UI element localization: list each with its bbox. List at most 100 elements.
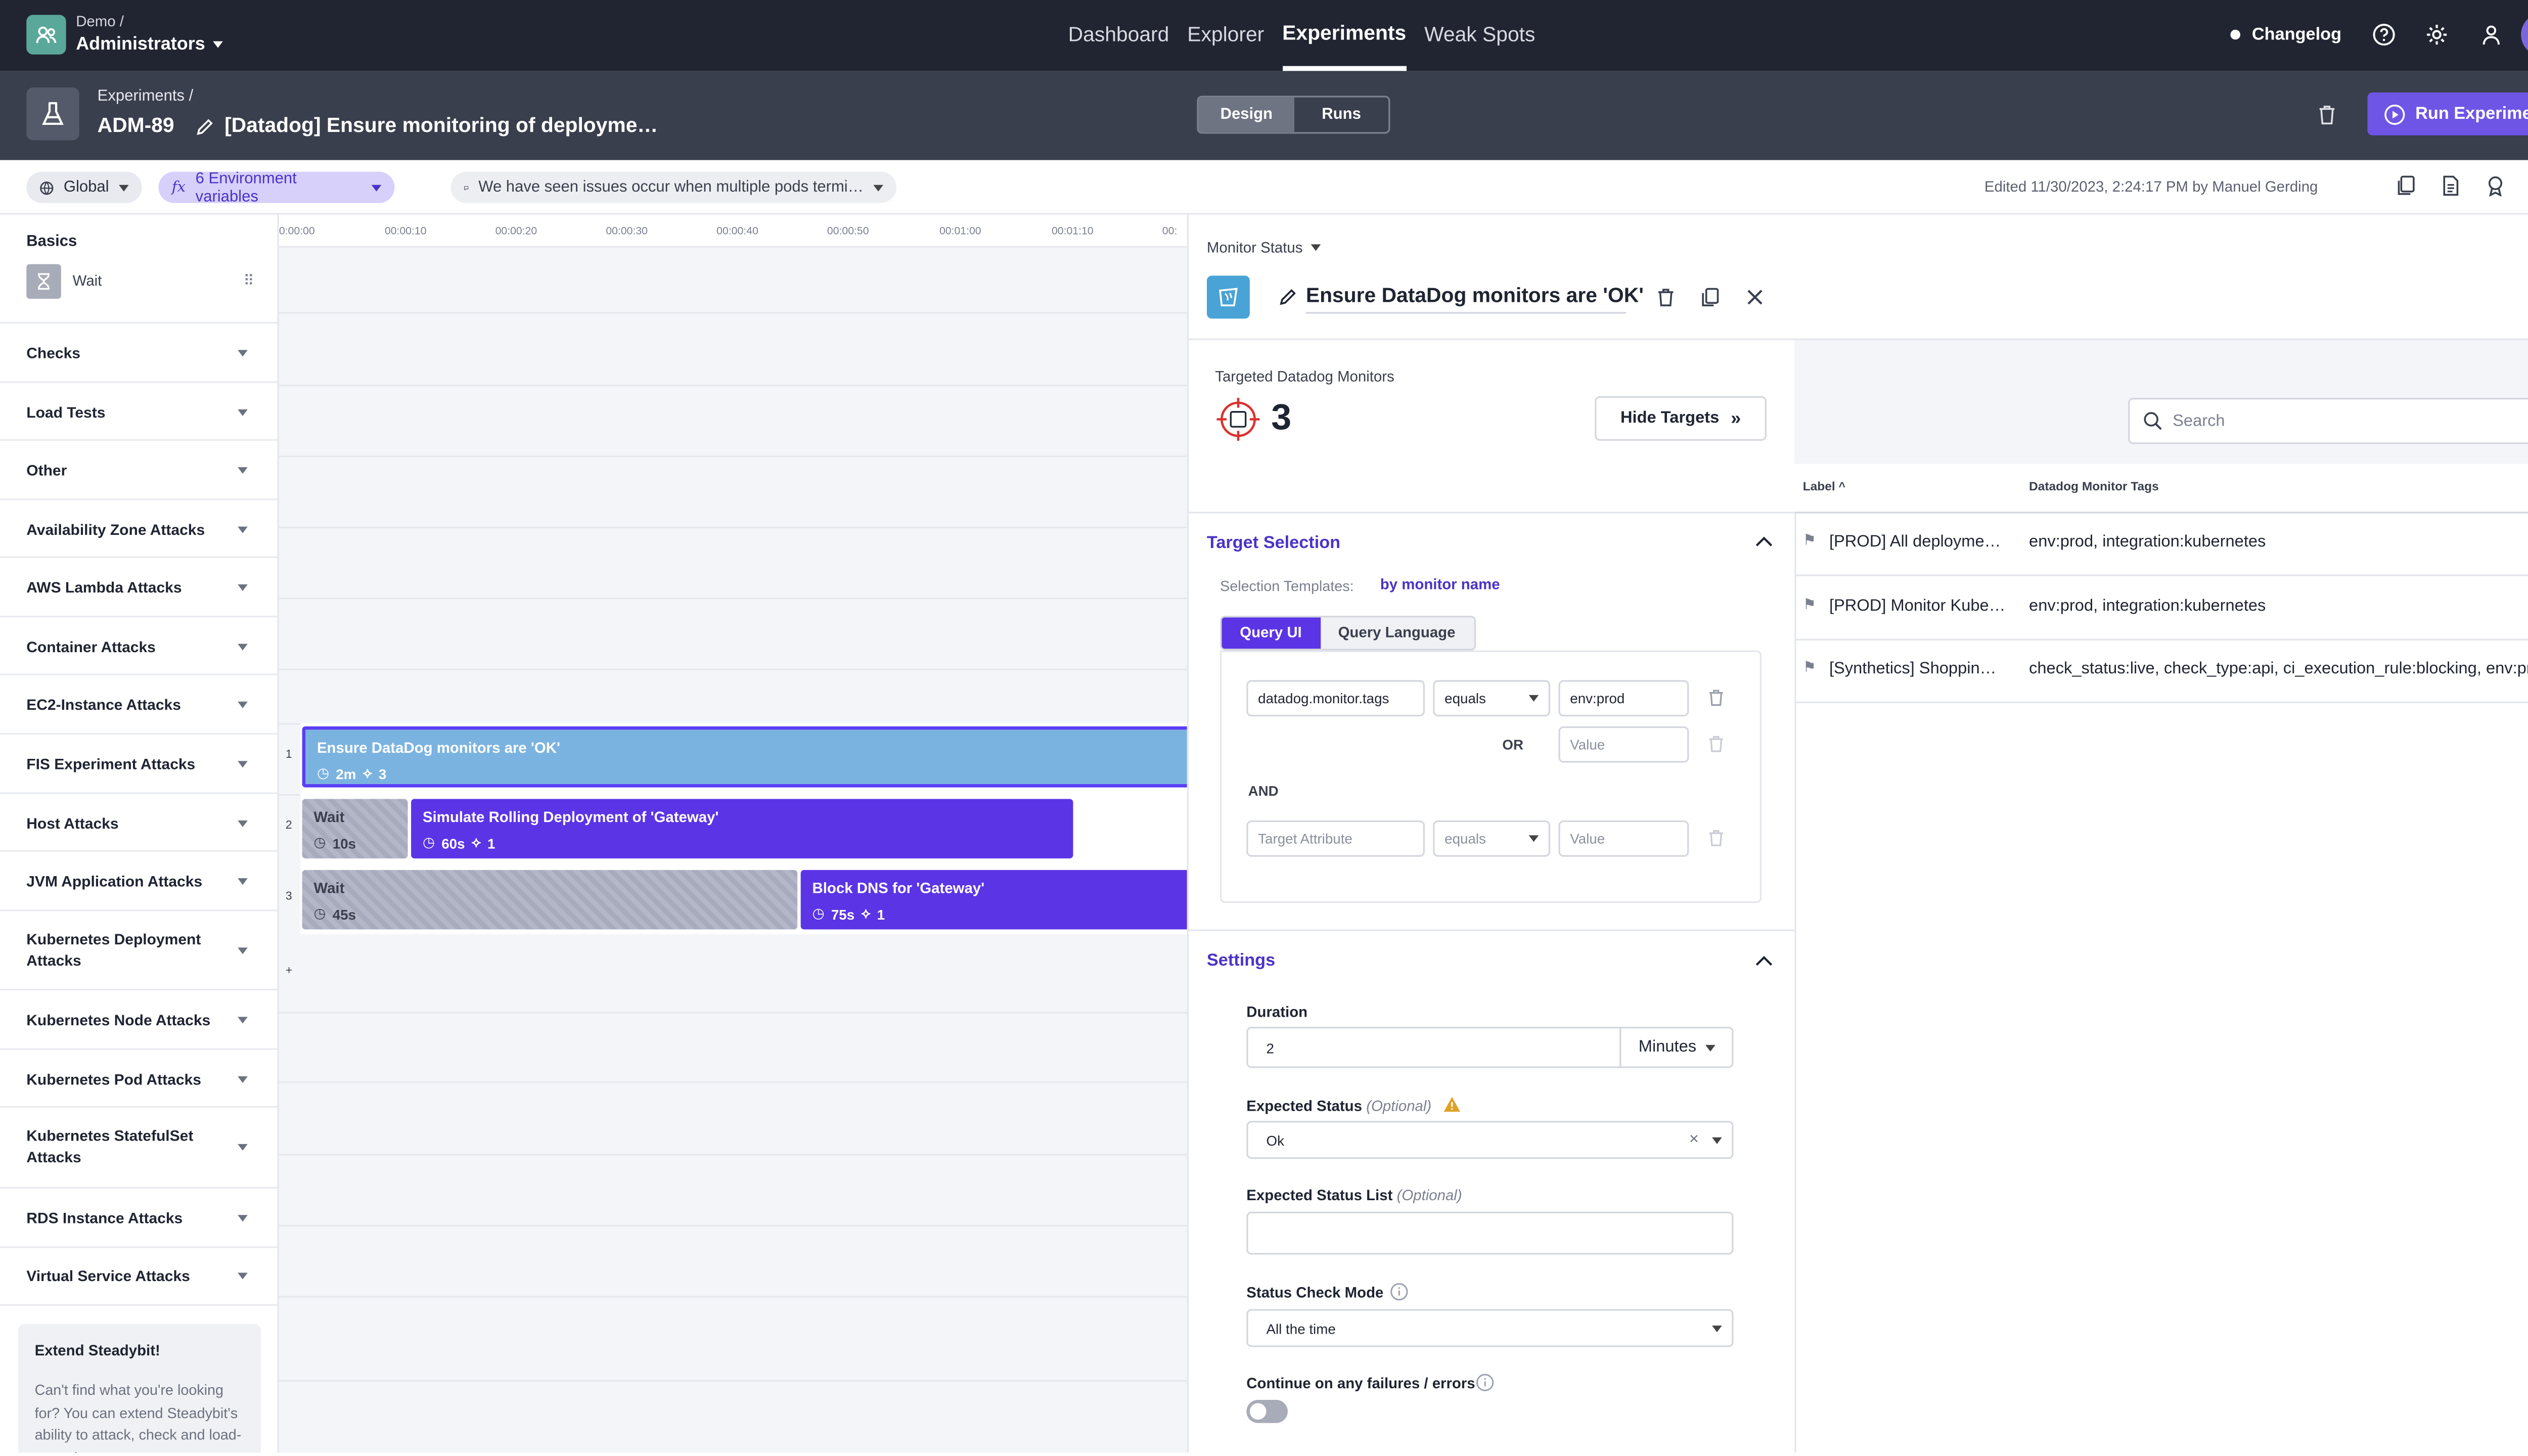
help-icon[interactable] xyxy=(2372,23,2396,47)
target-selection-heading[interactable]: Target Selection xyxy=(1207,533,1340,553)
category-availability-zone-attacks[interactable]: Availability Zone Attacks xyxy=(0,498,278,558)
column-header-label[interactable]: Label ^ xyxy=(1803,479,1845,493)
hypothesis-field[interactable]: We have seen issues occur when multiple … xyxy=(450,171,897,203)
lane-number: 1 xyxy=(285,749,292,761)
nav-dashboard[interactable]: Dashboard xyxy=(1068,0,1169,71)
category-checks[interactable]: Checks xyxy=(0,322,278,382)
clear-icon[interactable]: × xyxy=(1689,1131,1699,1149)
basics-heading: Basics xyxy=(26,233,77,251)
run-experiment-button[interactable]: Run Experiment xyxy=(2367,92,2528,135)
chevron-up-icon[interactable] xyxy=(1755,954,1773,967)
duration-input[interactable]: 2 xyxy=(1246,1027,1621,1068)
breadcrumb[interactable]: Experiments / xyxy=(98,87,194,106)
category-rds-instance-attacks[interactable]: RDS Instance Attacks xyxy=(0,1187,278,1247)
expected-status-list-input[interactable] xyxy=(1246,1211,1734,1255)
chevron-down-icon[interactable] xyxy=(1712,1136,1722,1144)
document-icon[interactable] xyxy=(2440,175,2461,196)
category-kubernetes-pod-attacks[interactable]: Kubernetes Pod Attacks xyxy=(0,1048,278,1108)
category-label: EC2-Instance Attacks xyxy=(26,696,181,712)
nav-weak-spots[interactable]: Weak Spots xyxy=(1424,0,1535,71)
table-row[interactable]: ⚑ [PROD] Monitor Kube… env:prod, integra… xyxy=(1794,576,2528,641)
step-wait[interactable]: Wait ◷ 45s xyxy=(302,870,798,930)
target-search-input[interactable]: Search xyxy=(2128,397,2528,444)
chevron-down-icon xyxy=(238,1075,248,1082)
step-wait[interactable]: Wait ◷ 10s xyxy=(302,799,408,858)
category-container-attacks[interactable]: Container Attacks xyxy=(0,615,278,675)
value-input[interactable]: Value xyxy=(1558,726,1689,763)
team-avatar-icon[interactable] xyxy=(26,15,66,55)
info-icon[interactable] xyxy=(1476,1374,1494,1392)
step-title: Simulate Rolling Deployment of 'Gateway' xyxy=(422,808,719,826)
copy-icon[interactable] xyxy=(2396,175,2417,196)
attribute-input[interactable]: datadog.monitor.tags xyxy=(1246,680,1425,717)
category-jvm-application-attacks[interactable]: JVM Application Attacks xyxy=(0,850,278,910)
operator-select[interactable]: equals xyxy=(1433,680,1551,717)
operator-select[interactable]: equals xyxy=(1433,820,1551,857)
gear-icon[interactable] xyxy=(2425,23,2449,47)
target-tags: env:prod, integration:kubernetes xyxy=(2029,533,2266,552)
category-host-attacks[interactable]: Host Attacks xyxy=(0,792,278,852)
table-row[interactable]: ⚑ [PROD] All deployme… env:prod, integra… xyxy=(1794,514,2528,576)
trash-icon[interactable] xyxy=(1707,829,1725,847)
status-check-mode-select[interactable]: All the time xyxy=(1246,1309,1734,1347)
category-fis-experiment-attacks[interactable]: FIS Experiment Attacks xyxy=(0,733,278,793)
template-link[interactable]: by monitor name xyxy=(1380,576,1500,593)
step-targets: 1 xyxy=(487,834,495,851)
add-lane-button[interactable]: + xyxy=(286,966,292,977)
chevron-up-icon[interactable] xyxy=(1755,535,1773,548)
hide-targets-button[interactable]: Hide Targets » xyxy=(1595,396,1767,441)
team-switcher[interactable]: Administrators xyxy=(76,35,223,55)
environment-variables-select[interactable]: fx 6 Environment variables xyxy=(158,169,395,206)
table-row[interactable]: ⚑ [Synthetics] Shoppin… check_status:liv… xyxy=(1794,641,2528,704)
tab-query-language[interactable]: Query Language xyxy=(1320,617,1474,649)
tab-query-ui[interactable]: Query UI xyxy=(1222,617,1320,649)
wait-action[interactable]: Wait ⠿ xyxy=(26,262,254,299)
tab-design[interactable]: Design xyxy=(1198,97,1294,132)
step-type-select[interactable]: Monitor Status xyxy=(1207,239,1321,256)
category-kubernetes-deployment-attacks[interactable]: Kubernetes Deployment Attacks xyxy=(0,909,278,989)
step-rolling-deployment[interactable]: Simulate Rolling Deployment of 'Gateway'… xyxy=(411,799,1073,858)
value-input[interactable]: env:prod xyxy=(1558,680,1689,717)
step-monitor-status[interactable]: Ensure DataDog monitors are 'OK' ◷ 2m ⟡ 3 xyxy=(302,726,1187,788)
comment-icon xyxy=(464,185,469,190)
trash-icon[interactable] xyxy=(2316,104,2337,125)
attribute-input[interactable]: Target Attribute xyxy=(1246,820,1425,857)
duration-unit-select[interactable]: Minutes xyxy=(1619,1027,1734,1068)
changelog-link[interactable]: Changelog xyxy=(2230,25,2341,44)
pencil-icon[interactable] xyxy=(195,117,214,137)
column-header-tags[interactable]: Datadog Monitor Tags xyxy=(2029,479,2159,493)
duration-label: Duration xyxy=(1246,1004,1308,1020)
close-icon[interactable] xyxy=(1745,287,1765,307)
experiment-toolbar: Global fx 6 Environment variables We hav… xyxy=(0,160,2528,215)
category-aws-lambda-attacks[interactable]: AWS Lambda Attacks xyxy=(0,556,278,616)
badge-icon[interactable] xyxy=(2485,175,2506,197)
copy-icon[interactable] xyxy=(1700,287,1720,307)
pencil-icon[interactable] xyxy=(1278,287,1297,307)
continue-on-failures-toggle[interactable] xyxy=(1246,1399,1288,1423)
category-kubernetes-node-attacks[interactable]: Kubernetes Node Attacks xyxy=(0,988,278,1049)
user-icon[interactable] xyxy=(2479,23,2503,47)
nav-explorer[interactable]: Explorer xyxy=(1187,0,1264,71)
drag-handle-icon[interactable]: ⠿ xyxy=(243,271,254,290)
step-block-dns[interactable]: Block DNS for 'Gateway' ◷ 75s ⟡ 1 xyxy=(800,870,1187,930)
category-load-tests[interactable]: Load Tests xyxy=(0,381,278,441)
info-icon[interactable] xyxy=(1390,1283,1408,1301)
trash-icon[interactable] xyxy=(1656,287,1676,307)
category-virtual-service-attacks[interactable]: Virtual Service Attacks xyxy=(0,1246,278,1306)
step-name-input[interactable]: Ensure DataDog monitors are 'OK' xyxy=(1305,284,1644,314)
environment-select[interactable]: Global xyxy=(26,171,142,203)
category-other[interactable]: Other xyxy=(0,439,278,499)
expected-status-value: Ok xyxy=(1266,1131,1284,1149)
expected-status-select[interactable]: Ok × xyxy=(1246,1121,1734,1159)
category-kubernetes-statefulset-attacks[interactable]: Kubernetes StatefulSet Attacks xyxy=(0,1106,278,1186)
trash-icon[interactable] xyxy=(1707,689,1725,707)
tab-runs[interactable]: Runs xyxy=(1294,98,1388,132)
value-input[interactable]: Value xyxy=(1558,820,1689,857)
experiment-title[interactable]: [Datadog] Ensure monitoring of deployme… xyxy=(224,114,658,137)
nav-experiments[interactable]: Experiments xyxy=(1282,0,1407,71)
avatar[interactable] xyxy=(2521,13,2528,57)
settings-heading[interactable]: Settings xyxy=(1207,951,1275,971)
category-ec2-instance-attacks[interactable]: EC2-Instance Attacks xyxy=(0,673,278,733)
chevron-down-icon xyxy=(238,525,248,533)
trash-icon[interactable] xyxy=(1707,735,1725,753)
